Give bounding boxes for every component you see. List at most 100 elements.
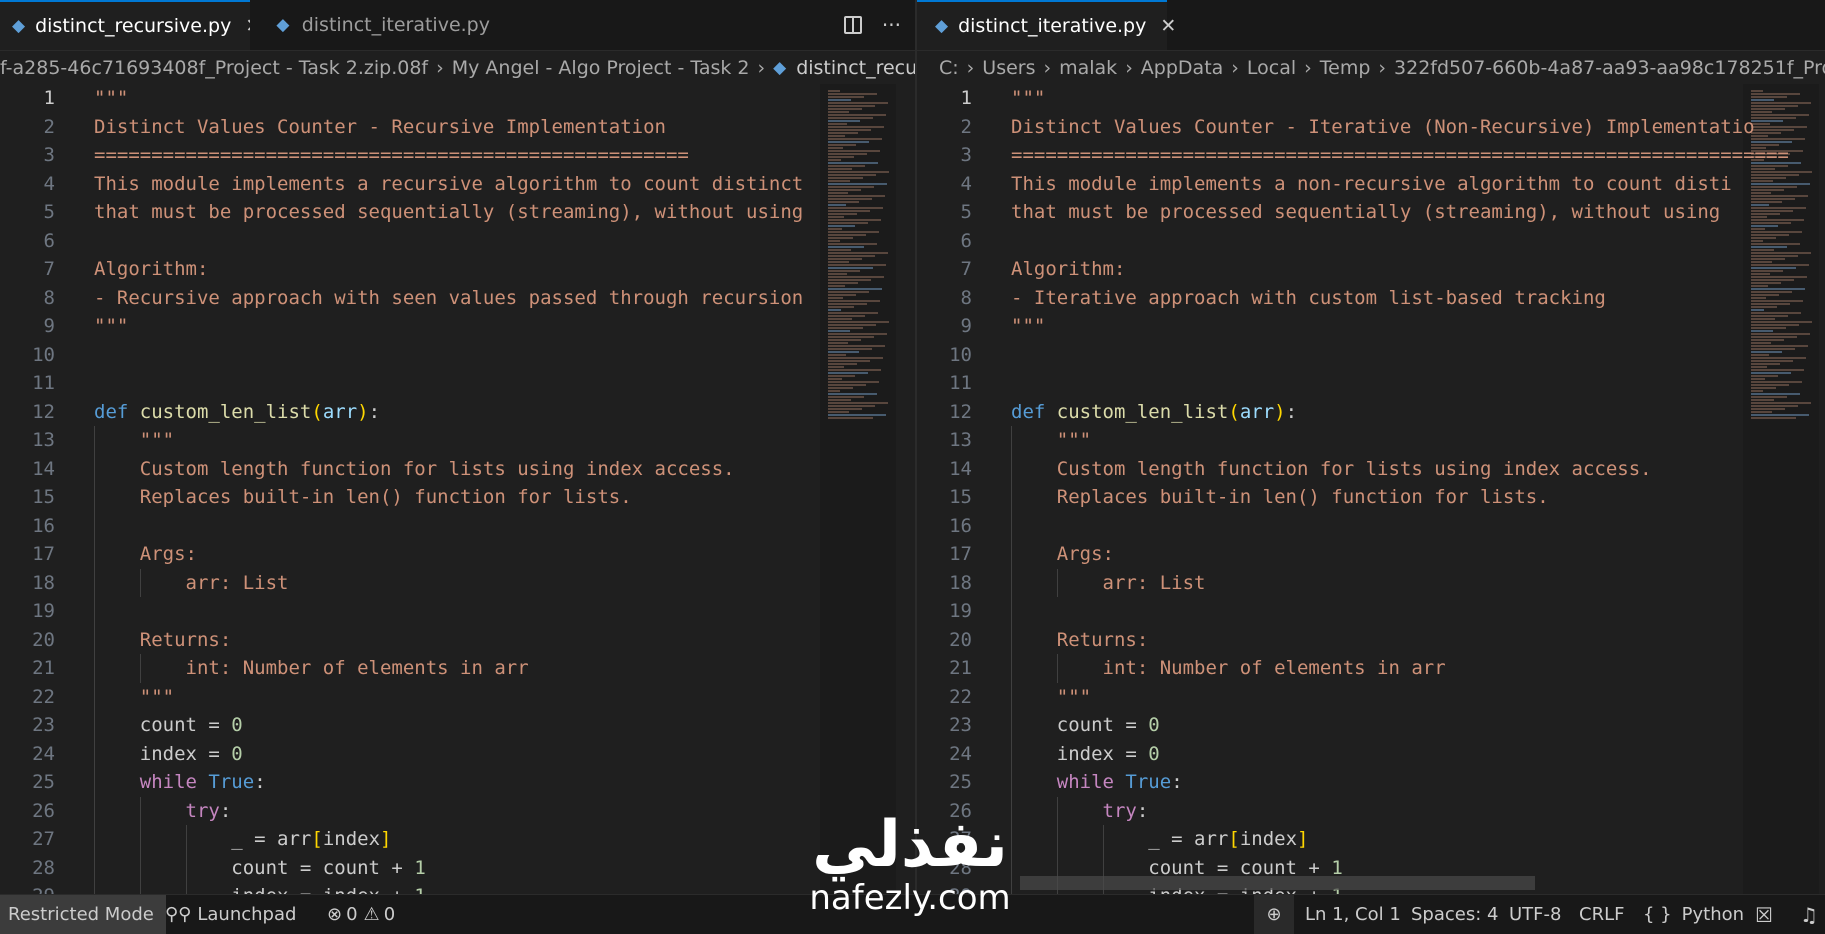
line-number: 24: [32, 742, 55, 765]
breadcrumb-item[interactable]: AppData: [1141, 57, 1224, 79]
code-line[interactable]: 8 - Iterative approach with custom list-b…: [917, 284, 1606, 313]
breadcrumb-item[interactable]: Users: [982, 57, 1035, 79]
code-line[interactable]: 1 """: [0, 84, 129, 113]
code-editor[interactable]: 1 """ 2 Distinct Values Counter - Recursive…: [0, 84, 915, 894]
code-editor[interactable]: 1 """ 2 Distinct Values Counter - Iterative…: [917, 84, 1825, 894]
minimap-line: [1751, 117, 1796, 119]
code-line[interactable]: 6: [0, 227, 55, 256]
chevron-right-icon: ›: [1125, 57, 1133, 79]
breadcrumb-item[interactable]: 322fd507-660b-4a87-aa93-aa98c178251f_Pro…: [1394, 57, 1825, 79]
code-line[interactable]: 19: [917, 597, 972, 626]
code-line[interactable]: 25 while True:: [0, 768, 266, 797]
breadcrumb-item[interactable]: My Angel - Algo Project - Task 2: [452, 57, 750, 79]
code-line[interactable]: 27 _ = arr[index]: [0, 825, 391, 854]
code-line[interactable]: 4 This module implements a recursive algo…: [0, 170, 804, 199]
code-line[interactable]: 4 This module implements a non-recursive …: [917, 170, 1732, 199]
code-line[interactable]: 6: [917, 227, 972, 256]
code-line[interactable]: 10: [917, 341, 972, 370]
code-line[interactable]: 24 index = 0: [0, 740, 243, 769]
language-mode[interactable]: { } Python: [1643, 895, 1744, 934]
line-ending[interactable]: CRLF: [1579, 895, 1624, 934]
code-line[interactable]: 28 count = count + 1: [0, 854, 426, 883]
minimap-line: [828, 216, 844, 218]
code-line[interactable]: 23 count = 0: [0, 711, 243, 740]
code-line[interactable]: 16: [0, 512, 55, 541]
breadcrumb-item[interactable]: malak: [1059, 57, 1117, 79]
code-line[interactable]: 17 Args:: [0, 540, 197, 569]
code-line[interactable]: 20 Returns:: [0, 626, 231, 655]
code-text: _ = arr[index]: [231, 828, 392, 850]
minimap-line: [828, 366, 844, 368]
code-line[interactable]: 7 Algorithm:: [0, 255, 209, 284]
copilot-icon[interactable]: ☒: [1755, 895, 1773, 934]
tab-distinct-iterative[interactable]: ◆ distinct_iterative.py ✕: [917, 0, 1176, 50]
code-line[interactable]: 13 """: [0, 426, 174, 455]
close-icon[interactable]: ✕: [1160, 15, 1176, 37]
breadcrumb-item[interactable]: Temp: [1320, 57, 1371, 79]
code-text: arr: List: [94, 571, 289, 594]
code-line[interactable]: 2 Distinct Values Counter - Iterative (No…: [917, 113, 1755, 142]
code-line[interactable]: 22 """: [917, 683, 1091, 712]
code-line[interactable]: 8 - Recursive approach with seen values p…: [0, 284, 804, 313]
code-line[interactable]: 12 def custom_len_list(arr):: [0, 398, 380, 427]
breadcrumb-item[interactable]: f-a285-46c71693408f_Project - Task 2.zip…: [0, 57, 428, 79]
code-line[interactable]: 2 Distinct Values Counter - Recursive Imp…: [0, 113, 666, 142]
tab-distinct-iterative[interactable]: ◆ distinct_iterative.py: [250, 0, 490, 50]
restricted-mode-indicator[interactable]: Restricted Mode: [0, 895, 166, 934]
code-line[interactable]: 3 =======================================…: [0, 141, 689, 170]
minimap-line: [828, 96, 864, 98]
code-line[interactable]: 29 index = index + 1: [0, 882, 426, 894]
code-line[interactable]: 26 try:: [0, 797, 231, 826]
split-editor-icon[interactable]: [843, 16, 862, 34]
code-line[interactable]: 17 Args:: [917, 540, 1114, 569]
horizontal-scrollbar[interactable]: [1020, 876, 1535, 890]
code-line[interactable]: 10: [0, 341, 55, 370]
code-line[interactable]: 1 """: [917, 84, 1046, 113]
code-line[interactable]: 16: [917, 512, 972, 541]
code-line[interactable]: 3 =======================================…: [917, 141, 1789, 170]
cursor-position[interactable]: Ln 1, Col 1: [1305, 895, 1401, 934]
code-line[interactable]: 25 while True:: [917, 768, 1183, 797]
minimap[interactable]: [820, 84, 896, 894]
code-line[interactable]: 7 Algorithm:: [917, 255, 1126, 284]
code-line[interactable]: 19: [0, 597, 55, 626]
code-line[interactable]: 5 that must be processed sequentially (st…: [917, 198, 1721, 227]
code-line[interactable]: 15 Replaces built-in len() function for …: [0, 483, 632, 512]
indentation[interactable]: Spaces: 4: [1411, 895, 1498, 934]
code-line[interactable]: 22 """: [0, 683, 174, 712]
breadcrumb-file[interactable]: distinct_recursive.py: [796, 57, 915, 79]
launchpad-button[interactable]: ⚲⚲ Launchpad: [165, 895, 296, 934]
minimap-line: [828, 201, 859, 203]
code-line[interactable]: 23 count = 0: [917, 711, 1160, 740]
code-line[interactable]: 11: [917, 369, 972, 398]
zoom-button[interactable]: ⊕: [1254, 895, 1294, 934]
code-line[interactable]: 14 Custom length function for lists usin…: [917, 455, 1651, 484]
breadcrumb-item[interactable]: Local: [1247, 57, 1296, 79]
minimap-line: [1751, 93, 1800, 95]
breadcrumb-item[interactable]: C:: [939, 57, 959, 79]
minimap-line: [828, 234, 866, 236]
code-line[interactable]: 18 arr: List: [917, 569, 1205, 598]
code-line[interactable]: 21 int: Number of elements in arr: [917, 654, 1446, 683]
code-line[interactable]: 20 Returns:: [917, 626, 1148, 655]
tab-distinct-recursive[interactable]: ◆ distinct_recursive.py ✕: [0, 0, 261, 50]
code-line[interactable]: 18 arr: List: [0, 569, 288, 598]
notifications-icon[interactable]: ♫: [1800, 895, 1818, 934]
code-line[interactable]: 12 def custom_len_list(arr):: [917, 398, 1297, 427]
code-line[interactable]: 11: [0, 369, 55, 398]
line-number: 17: [32, 543, 55, 565]
code-line[interactable]: 9 """: [917, 312, 1046, 341]
code-line[interactable]: 9 """: [0, 312, 129, 341]
problems-indicator[interactable]: ⊗ 0 ⚠ 0: [327, 895, 395, 934]
code-line[interactable]: 5 that must be processed sequentially (st…: [0, 198, 804, 227]
code-line[interactable]: 21 int: Number of elements in arr: [0, 654, 529, 683]
code-line[interactable]: 24 index = 0: [917, 740, 1160, 769]
code-line[interactable]: 13 """: [917, 426, 1091, 455]
more-actions-icon[interactable]: ···: [882, 13, 901, 37]
minimap[interactable]: [1743, 84, 1819, 894]
code-text: Distinct Values Counter - Iterative (Non…: [1011, 115, 1755, 138]
code-line[interactable]: 15 Replaces built-in len() function for …: [917, 483, 1549, 512]
minimap-line: [1751, 306, 1777, 308]
encoding[interactable]: UTF-8: [1509, 895, 1561, 934]
code-line[interactable]: 14 Custom length function for lists usin…: [0, 455, 734, 484]
